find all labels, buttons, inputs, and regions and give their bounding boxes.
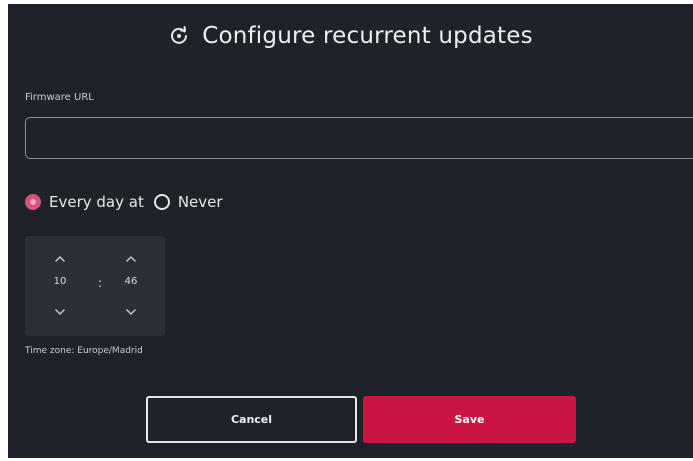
- hours-decrement-button[interactable]: [45, 303, 75, 321]
- radio-every-day[interactable]: Every day at: [25, 193, 144, 211]
- hours-spinner: 10: [45, 236, 75, 336]
- minutes-increment-button[interactable]: [116, 250, 146, 268]
- configure-updates-dialog: Configure recurrent updates Firmware URL…: [8, 4, 693, 458]
- firmware-url-label: Firmware URL: [25, 92, 94, 103]
- chevron-up-icon: [126, 256, 136, 262]
- hours-increment-button[interactable]: [45, 250, 75, 268]
- minutes-spinner: 46: [116, 236, 146, 336]
- radio-never[interactable]: Never: [153, 193, 223, 211]
- chevron-up-icon: [55, 256, 65, 262]
- hours-value[interactable]: 10: [45, 276, 75, 287]
- time-picker: 10 : 46: [25, 236, 165, 336]
- radio-checked-icon: [25, 194, 41, 210]
- chevron-down-icon: [55, 309, 65, 315]
- dialog-title: Configure recurrent updates: [202, 23, 533, 49]
- dialog-header: Configure recurrent updates: [8, 4, 693, 68]
- minutes-value[interactable]: 46: [116, 276, 146, 287]
- radio-unchecked-icon: [153, 194, 170, 210]
- timezone-label: Time zone: Europe/Madrid: [25, 346, 143, 356]
- schedule-radio-group: Every day at Never: [25, 190, 223, 214]
- radio-never-label: Never: [177, 193, 223, 211]
- save-button[interactable]: Save: [363, 396, 576, 443]
- minutes-decrement-button[interactable]: [116, 303, 146, 321]
- cancel-button[interactable]: Cancel: [146, 396, 357, 443]
- time-separator: :: [97, 276, 103, 290]
- radio-every-day-label: Every day at: [49, 193, 144, 211]
- chevron-down-icon: [126, 309, 136, 315]
- firmware-url-input[interactable]: [25, 117, 693, 159]
- refresh-icon: [168, 25, 190, 47]
